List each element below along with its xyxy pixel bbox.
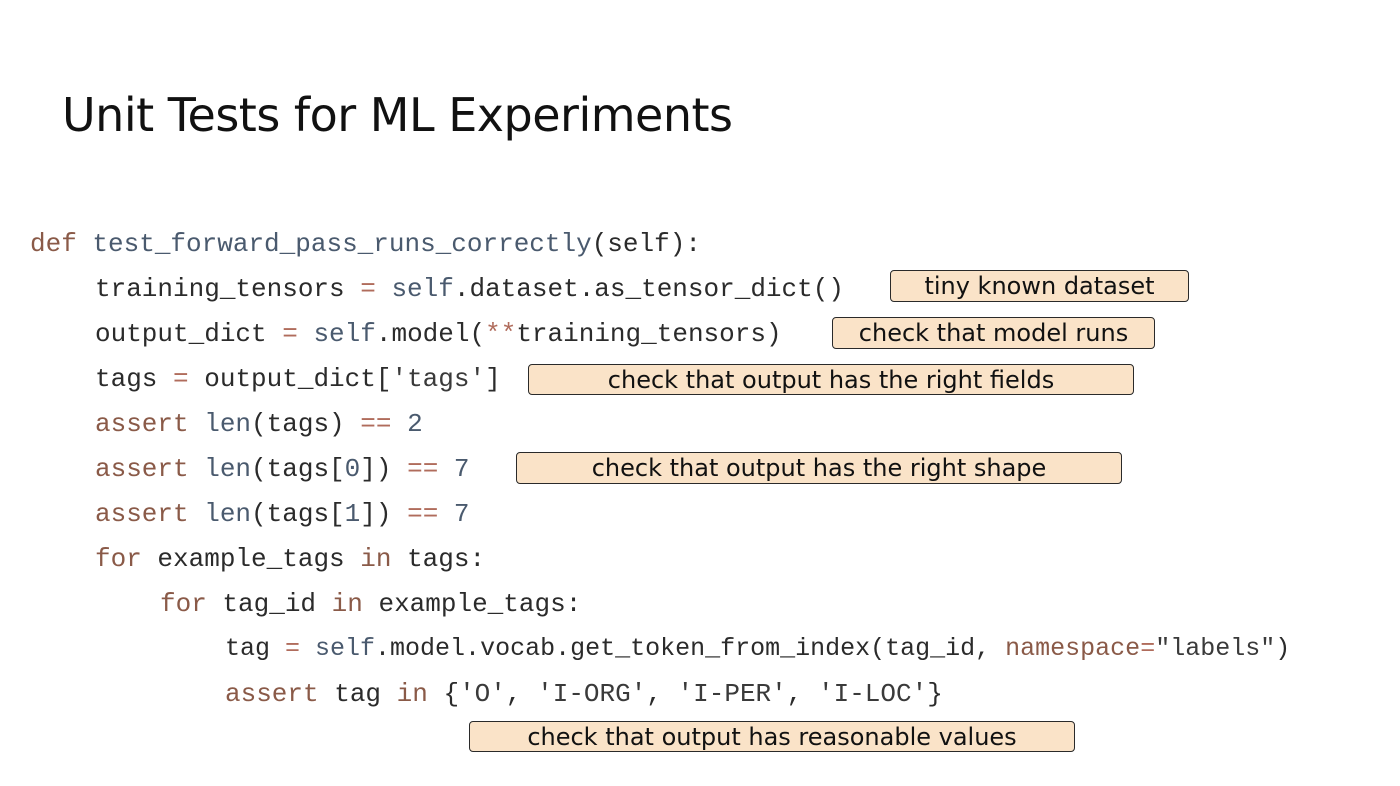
- callout-tiny-known-dataset: tiny known dataset: [890, 270, 1189, 302]
- code-text: ,: [505, 679, 538, 709]
- code-line-for-example-tags: for example_tags in tags:: [95, 544, 485, 574]
- code-text: ]): [360, 454, 408, 484]
- callout-check-right-shape: check that output has the right shape: [516, 452, 1122, 484]
- slide-title: Unit Tests for ML Experiments: [62, 88, 733, 142]
- code-text: .model(: [375, 319, 486, 349]
- code-text: tag: [318, 679, 397, 709]
- code-keyword: assert: [95, 499, 189, 529]
- code-operator: ==: [360, 409, 392, 439]
- code-line-assert-len-tags: assert len(tags) == 2: [95, 409, 423, 439]
- code-text: output_dict: [95, 319, 267, 349]
- code-self: self: [315, 634, 376, 663]
- code-parameter: namespace: [1005, 634, 1141, 663]
- callout-check-model-runs: check that model runs: [832, 317, 1155, 349]
- code-string: "labels": [1155, 634, 1276, 663]
- code-text: ): [1275, 634, 1291, 663]
- code-text: tags:: [391, 544, 486, 574]
- code-text: training_tensors): [516, 319, 782, 349]
- callout-check-right-fields: check that output has the right fields: [528, 364, 1134, 395]
- code-keyword: assert: [95, 454, 189, 484]
- code-operator: =: [270, 634, 316, 663]
- code-text: ]: [485, 364, 501, 394]
- code-operator: =: [344, 274, 392, 304]
- code-number: 0: [344, 454, 361, 484]
- code-line-output-dict: output_dict = self.model(**training_tens…: [95, 319, 782, 349]
- code-builtin: len: [188, 409, 252, 439]
- code-number: 7: [438, 454, 470, 484]
- code-text: training_tensors: [95, 274, 345, 304]
- code-text: tag_id: [206, 589, 332, 619]
- code-string: 'O': [459, 679, 506, 709]
- code-line-def: def test_forward_pass_runs_correctly(sel…: [30, 229, 701, 259]
- code-number: 7: [438, 499, 470, 529]
- code-operator: ==: [407, 454, 439, 484]
- code-text: (self):: [591, 229, 701, 259]
- code-string: 'I-PER': [677, 679, 787, 709]
- code-text: ]): [360, 499, 408, 529]
- code-self: self: [391, 274, 454, 304]
- code-text: (tags[: [251, 454, 345, 484]
- code-text: tag: [225, 634, 271, 663]
- code-self: self: [313, 319, 376, 349]
- code-builtin: len: [188, 499, 252, 529]
- code-text: (tags[: [251, 499, 345, 529]
- code-line-training-tensors: training_tensors = self.dataset.as_tenso…: [95, 274, 844, 304]
- callout-check-reasonable-values: check that output has reasonable values: [469, 721, 1075, 752]
- code-string: 'tags': [391, 364, 486, 394]
- code-keyword: assert: [95, 409, 189, 439]
- code-string: 'I-LOC': [817, 679, 928, 709]
- code-number: 2: [391, 409, 423, 439]
- code-text: ,: [646, 679, 678, 709]
- code-line-assert-len-tags-0: assert len(tags[0]) == 7: [95, 454, 470, 484]
- code-text: ,: [786, 679, 818, 709]
- code-operator: **: [485, 319, 517, 349]
- code-text: .model.vocab.get_token_from_index(tag_id…: [375, 634, 1006, 663]
- code-builtin: len: [188, 454, 252, 484]
- code-keyword: def: [30, 229, 77, 259]
- code-keyword: for: [160, 589, 207, 619]
- code-line-tags: tags = output_dict['tags']: [95, 364, 501, 394]
- code-string: 'I-ORG': [537, 679, 647, 709]
- code-function-name: test_forward_pass_runs_correctly: [92, 229, 592, 259]
- code-operator: ==: [407, 499, 439, 529]
- code-text: .dataset.as_tensor_dict(): [453, 274, 844, 304]
- code-text: example_tags: [141, 544, 361, 574]
- code-keyword: assert: [225, 679, 319, 709]
- code-text: (tags): [251, 409, 361, 439]
- code-keyword: in: [396, 679, 428, 709]
- code-keyword: in: [360, 544, 392, 574]
- code-operator: =: [1140, 634, 1156, 663]
- code-line-assert-len-tags-1: assert len(tags[1]) == 7: [95, 499, 470, 529]
- code-operator: =: [157, 364, 205, 394]
- code-text: output_dict[: [204, 364, 392, 394]
- code-keyword: in: [331, 589, 363, 619]
- code-keyword: for: [95, 544, 142, 574]
- code-line-for-tag-id: for tag_id in example_tags:: [160, 589, 581, 619]
- code-text: tags: [95, 364, 158, 394]
- code-text: }: [927, 679, 943, 709]
- code-line-assert-tag-in: assert tag in {'O', 'I-ORG', 'I-PER', 'I…: [225, 679, 943, 709]
- code-line-tag-lookup: tag = self.model.vocab.get_token_from_in…: [225, 634, 1290, 664]
- code-text: example_tags:: [362, 589, 582, 619]
- code-operator: =: [266, 319, 314, 349]
- slide: Unit Tests for ML Experiments def test_f…: [0, 0, 1400, 786]
- code-text: {: [427, 679, 460, 709]
- code-number: 1: [344, 499, 361, 529]
